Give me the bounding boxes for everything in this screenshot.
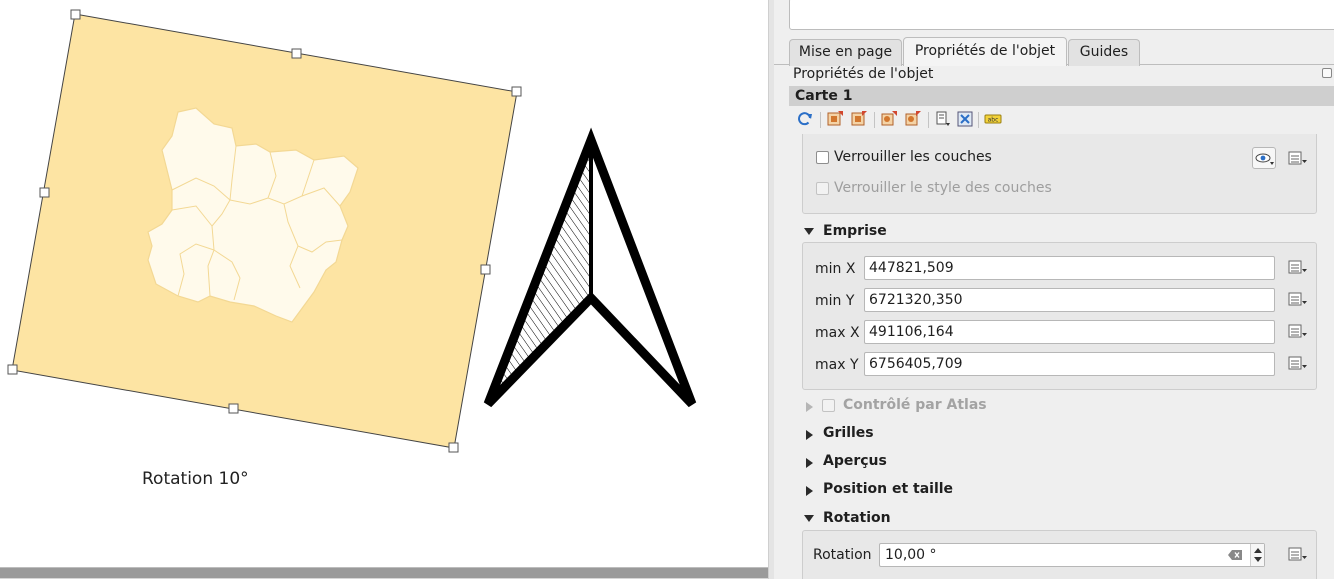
view-extent-in-canvas-icon[interactable]: [850, 110, 868, 128]
extent-section-title: Emprise: [823, 223, 887, 239]
data-defined-override-icon[interactable]: [1285, 148, 1309, 170]
panel-title: Propriétés de l'objet: [793, 66, 934, 82]
rotation-section-header[interactable]: Rotation: [789, 509, 1319, 531]
atlas-section-title: Contrôlé par Atlas: [843, 397, 987, 413]
max-x-label: max X: [815, 325, 860, 341]
data-defined-override-icon[interactable]: [1285, 289, 1309, 311]
extent-section-header[interactable]: Emprise: [789, 222, 1319, 244]
tab-item-properties[interactable]: Propriétés de l'objet: [903, 37, 1067, 66]
toolbar-separator: [874, 112, 875, 128]
data-defined-override-icon[interactable]: [1285, 544, 1309, 566]
undo-history-box: [789, 0, 1334, 30]
clear-icon[interactable]: [1228, 550, 1242, 560]
canvas-drawing: [7, 9, 697, 453]
lock-styles-label: Verrouiller le style des couches: [834, 180, 1052, 196]
chevron-down-icon: [804, 228, 814, 235]
label-settings-icon[interactable]: abc: [984, 110, 1002, 128]
max-y-input[interactable]: 6756405,709: [864, 352, 1275, 376]
atlas-controlled-checkbox[interactable]: [822, 399, 835, 412]
spin-up-icon[interactable]: [1254, 548, 1262, 553]
properties-scroll-area[interactable]: Verrouiller les couches Verrouiller le s…: [789, 134, 1334, 579]
position-size-section-header[interactable]: Position et taille: [789, 480, 1319, 502]
min-x-label: min X: [815, 261, 856, 277]
lock-layers-checkbox[interactable]: [816, 151, 829, 164]
chevron-right-icon: [806, 458, 813, 468]
chevron-right-icon: [806, 430, 813, 440]
set-extent-from-canvas-icon[interactable]: [826, 110, 844, 128]
bookmark-extent-icon[interactable]: [934, 110, 952, 128]
chevron-right-icon: [806, 486, 813, 496]
min-y-label: min Y: [815, 293, 855, 309]
data-defined-override-icon[interactable]: [1285, 353, 1309, 375]
min-x-input[interactable]: 447821,509: [864, 256, 1275, 280]
grids-section-title: Grilles: [823, 425, 874, 441]
north-arrow[interactable]: [483, 127, 697, 408]
rotation-section-title: Rotation: [823, 510, 891, 526]
position-size-section-title: Position et taille: [823, 481, 954, 497]
view-scale-in-canvas-icon[interactable]: [904, 110, 922, 128]
panel-tabbar: Mise en page Propriétés de l'objet Guide…: [774, 37, 1334, 66]
lock-layers-label: Verrouiller les couches: [834, 149, 992, 165]
tab-layout[interactable]: Mise en page: [789, 39, 902, 66]
interactive-extent-icon[interactable]: [956, 110, 974, 128]
lock-layers-preset-button[interactable]: [1252, 147, 1276, 169]
max-x-input[interactable]: 491106,164: [864, 320, 1275, 344]
overviews-section-title: Aperçus: [823, 453, 887, 469]
tab-guides[interactable]: Guides: [1068, 39, 1140, 66]
rotation-field-label: Rotation: [813, 547, 872, 563]
spin-down-icon[interactable]: [1254, 557, 1262, 562]
scrollbar-thumb[interactable]: [0, 568, 768, 578]
set-scale-from-canvas-icon[interactable]: [880, 110, 898, 128]
rotation-spinbox[interactable]: 10,00 °: [879, 543, 1265, 567]
layers-group-box: [802, 134, 1317, 214]
svg-text:abc: abc: [988, 117, 999, 124]
toolbar-separator: [978, 112, 979, 128]
chevron-down-icon: [804, 515, 814, 522]
rotation-spin-arrows[interactable]: [1250, 544, 1264, 566]
rotation-value: 10,00 °: [885, 547, 937, 563]
min-y-input[interactable]: 6721320,350: [864, 288, 1275, 312]
chevron-right-icon: [806, 402, 813, 412]
refresh-icon[interactable]: [796, 110, 814, 128]
canvas-horizontal-scrollbar[interactable]: [0, 567, 768, 579]
layout-canvas[interactable]: Rotation 10°: [0, 0, 768, 579]
overviews-section-header[interactable]: Aperçus: [789, 452, 1319, 474]
atlas-section-header[interactable]: Contrôlé par Atlas: [789, 396, 1319, 418]
toolbar-separator: [820, 112, 821, 128]
max-y-label: max Y: [815, 357, 859, 373]
item-properties-panel: Mise en page Propriétés de l'objet Guide…: [774, 0, 1334, 579]
rotation-text-label[interactable]: Rotation 10°: [142, 469, 249, 489]
data-defined-override-icon[interactable]: [1285, 321, 1309, 343]
undock-icon[interactable]: [1322, 68, 1332, 78]
item-name-header: Carte 1: [789, 86, 1334, 106]
grids-section-header[interactable]: Grilles: [789, 424, 1319, 446]
data-defined-override-icon[interactable]: [1285, 257, 1309, 279]
eye-icon: [1255, 153, 1274, 165]
lock-styles-checkbox[interactable]: [816, 182, 829, 195]
toolbar-separator: [928, 112, 929, 128]
